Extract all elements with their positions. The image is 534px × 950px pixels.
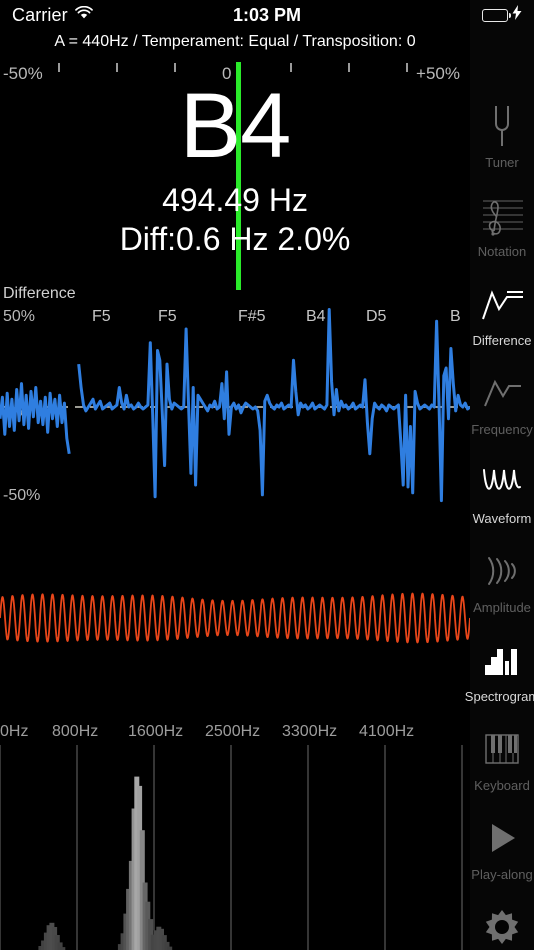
difference-chart-panel[interactable]: Difference 50% 0% -50% F5 F5 F#5 B4 D5 B bbox=[0, 285, 470, 515]
sidebar-label-keyboard: Keyboard bbox=[474, 778, 530, 793]
sidebar-item-notation[interactable]: Notation bbox=[470, 174, 534, 262]
detected-frequency: 494.49 Hz bbox=[162, 182, 308, 218]
difference-note-tag: D5 bbox=[366, 308, 387, 325]
sidebar-label-frequency: Frequency bbox=[471, 422, 533, 437]
hz-axis-label: 0Hz bbox=[0, 723, 29, 740]
difference-graph-icon bbox=[479, 276, 525, 331]
scale-tick bbox=[406, 63, 408, 72]
gear-icon bbox=[482, 899, 522, 950]
sidebar-item-waveform[interactable]: Waveform bbox=[470, 441, 534, 529]
tuner-app-screen: Carrier 1:03 PM A = 440Hz / Temperament:… bbox=[0, 0, 534, 950]
sidebar-label-tuner: Tuner bbox=[485, 155, 519, 170]
pitch-difference: Diff:0.6 Hz 2.0% bbox=[119, 221, 351, 257]
scale-tick bbox=[174, 63, 176, 72]
sidebar-item-difference[interactable]: Difference bbox=[470, 263, 534, 351]
scale-tick bbox=[290, 63, 292, 72]
status-bar-left: Carrier bbox=[12, 5, 93, 26]
sidebar-label-amplitude: Amplitude bbox=[473, 600, 531, 615]
amplitude-arcs-icon bbox=[479, 543, 525, 598]
sidebar-item-play-along[interactable]: Play-along bbox=[470, 797, 534, 885]
hz-axis-label: 2500Hz bbox=[205, 723, 261, 740]
play-triangle-icon bbox=[484, 810, 520, 865]
sidebar-label-waveform: Waveform bbox=[472, 511, 532, 526]
waveform-icon bbox=[479, 454, 525, 509]
sidebar-label-spectrogram: Spectrogram bbox=[464, 689, 534, 704]
frequency-graph-icon bbox=[479, 365, 525, 420]
sidebar-item-settings[interactable]: Settings bbox=[470, 886, 534, 950]
status-bar: Carrier 1:03 PM bbox=[0, 0, 534, 30]
difference-note-tag: B bbox=[450, 308, 461, 325]
sidebar-item-frequency[interactable]: Frequency bbox=[470, 352, 534, 440]
scale-tick bbox=[116, 63, 118, 72]
difference-note-tag: F5 bbox=[92, 308, 111, 325]
hz-axis-label: 800Hz bbox=[52, 723, 99, 740]
tuning-fork-icon bbox=[489, 98, 515, 153]
sidebar-item-spectrogram[interactable]: Spectrogram bbox=[465, 619, 534, 707]
mode-sidebar: Tuner Notation Difference Frequency Wave… bbox=[465, 0, 534, 950]
sidebar-label-difference: Difference bbox=[472, 333, 532, 348]
waveform-chart-panel[interactable] bbox=[0, 560, 471, 680]
difference-note-tag: F#5 bbox=[238, 308, 266, 325]
sidebar-item-keyboard[interactable]: Keyboard bbox=[470, 708, 534, 796]
hz-axis-label: 3300Hz bbox=[282, 723, 338, 740]
sidebar-item-tuner[interactable]: Tuner bbox=[470, 85, 534, 173]
sidebar-label-play-along: Play-along bbox=[471, 867, 533, 882]
sidebar-label-notation: Notation bbox=[477, 244, 527, 259]
sidebar-item-amplitude[interactable]: Amplitude bbox=[470, 530, 534, 618]
difference-note-tag: B4 bbox=[306, 308, 326, 325]
wifi-icon bbox=[74, 5, 93, 25]
waveform-line-chart bbox=[0, 592, 471, 644]
status-bar-right bbox=[482, 5, 522, 25]
lightning-bolt-icon bbox=[512, 5, 522, 25]
scale-tick bbox=[348, 63, 350, 72]
spectrogram-chart-panel[interactable]: 0Hz 800Hz 1600Hz 2500Hz 3300Hz 4100Hz bbox=[0, 715, 470, 950]
treble-clef-icon bbox=[479, 187, 525, 242]
scale-tick bbox=[58, 63, 60, 72]
piano-keyboard-icon bbox=[482, 721, 522, 776]
difference-note-tag: F5 bbox=[158, 308, 177, 325]
hz-axis-label: 1600Hz bbox=[128, 723, 184, 740]
spectrogram-bar-chart bbox=[0, 745, 463, 950]
difference-line-chart bbox=[0, 308, 470, 503]
battery-full-icon bbox=[482, 8, 511, 22]
spectrogram-bars-icon bbox=[479, 632, 525, 687]
carrier-label: Carrier bbox=[12, 4, 68, 25]
tuning-settings-line: A = 440Hz / Temperament: Equal / Transpo… bbox=[54, 33, 416, 50]
detected-note: B4 bbox=[179, 75, 292, 177]
hz-axis-label: 4100Hz bbox=[359, 723, 415, 740]
